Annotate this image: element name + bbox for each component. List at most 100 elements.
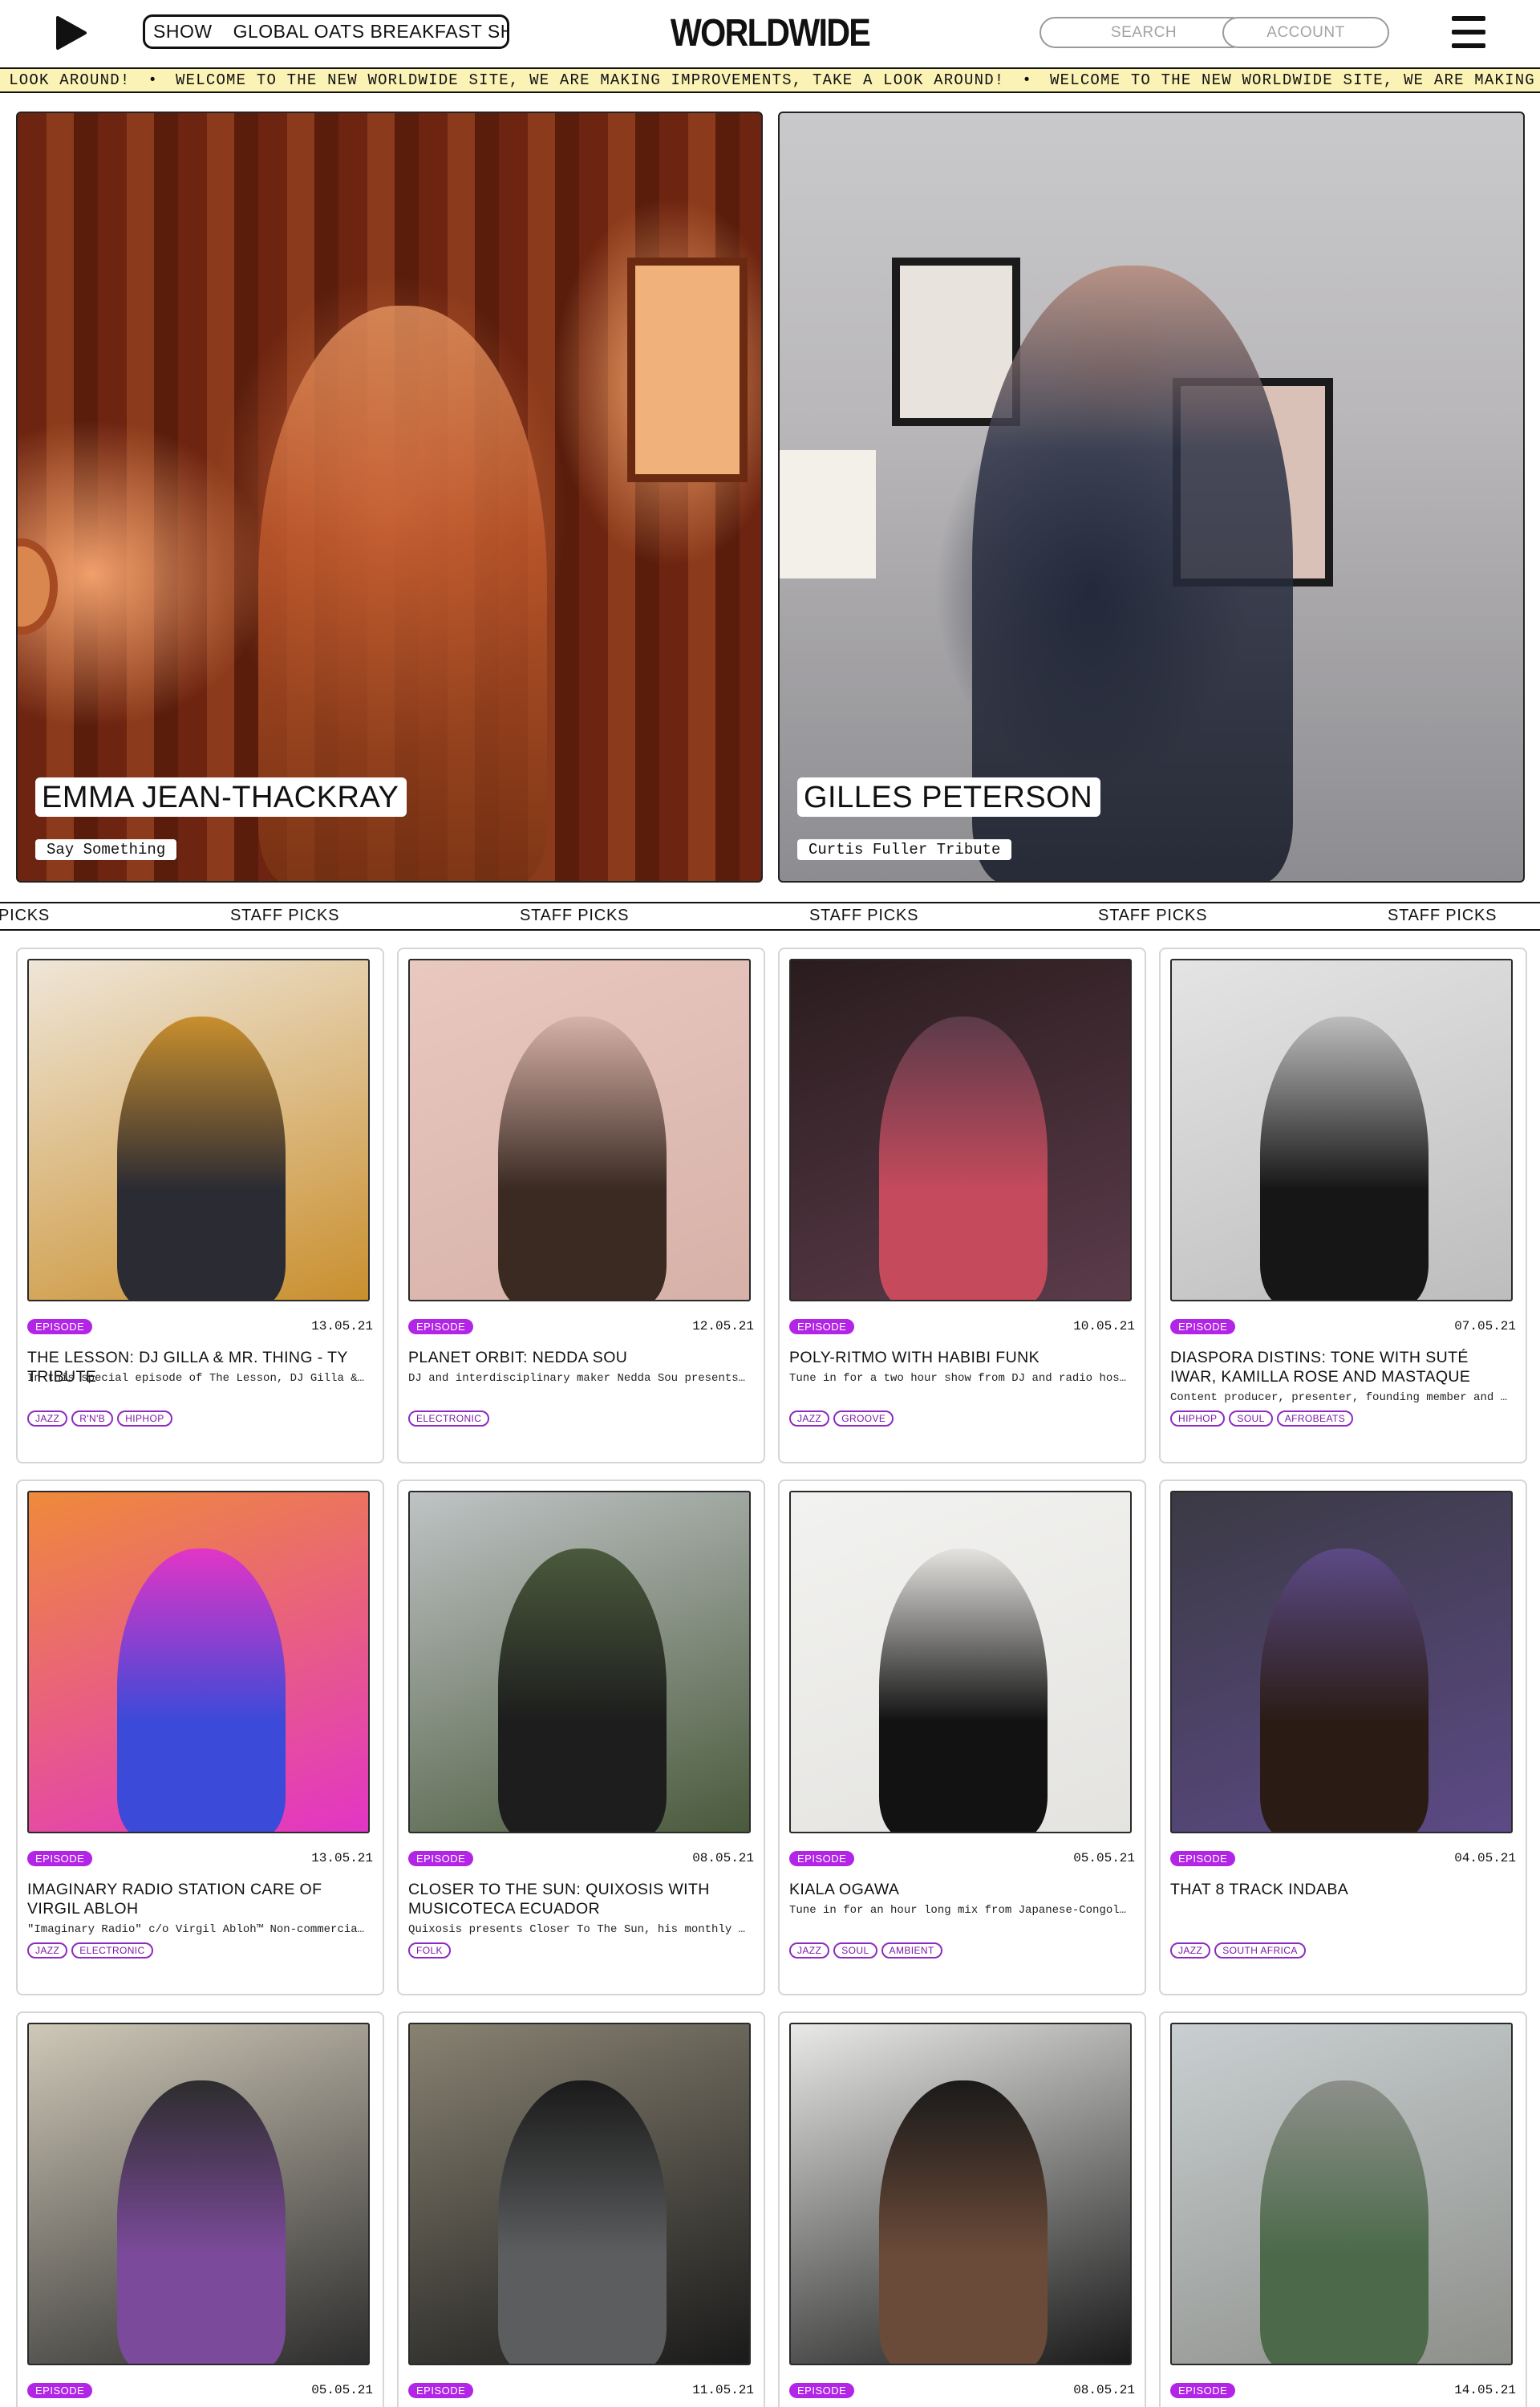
- episode-description: Tune in for a two hour show from DJ and …: [789, 1372, 1132, 1385]
- announcement-ticker: A LOOK AROUND! • WELCOME TO THE NEW WORLDW…: [0, 67, 1540, 93]
- hero-artist-name[interactable]: GILLES PETERSON: [797, 777, 1101, 817]
- hamburger-menu-icon[interactable]: [1452, 14, 1485, 50]
- staff-picks-label: PICKS: [0, 907, 51, 924]
- now-playing-title: GLOBAL OATS BREAKFAST SHOW: [233, 21, 507, 42]
- episode-title[interactable]: CLOSER TO THE SUN: QUIXOSIS WITH MUSICOT…: [408, 1880, 751, 1918]
- hero-show-title[interactable]: Curtis Fuller Tribute: [797, 839, 1012, 860]
- episode-card[interactable]: EPISODE 08.05.21: [778, 2011, 1146, 2407]
- episode-date: 12.05.21: [692, 1319, 754, 1333]
- episode-date: 14.05.21: [1454, 2383, 1516, 2397]
- episode-card[interactable]: EPISODE 04.05.21 THAT 8 TRACK INDABA JAZZ SO…: [1159, 1480, 1527, 1995]
- genre-tag[interactable]: JAZZ: [789, 1942, 830, 1958]
- episode-badge: EPISODE: [1170, 1851, 1236, 1866]
- episode-card[interactable]: EPISODE 07.05.21 DIASPORA DISTINS: TONE WI…: [1159, 948, 1527, 1463]
- episode-photo-subject: [117, 2080, 286, 2364]
- genre-tag[interactable]: ELECTRONIC: [71, 1942, 153, 1958]
- episode-card[interactable]: EPISODE 11.05.21: [397, 2011, 765, 2407]
- genre-tag[interactable]: SOUL: [833, 1942, 877, 1958]
- genre-tag-list: ELECTRONIC: [408, 1411, 490, 1427]
- staff-picks-label: STAFF PICKS: [520, 907, 630, 924]
- episode-card[interactable]: EPISODE 14.05.21: [1159, 2011, 1527, 2407]
- genre-tag-list: HIPHOP SOUL AFROBEATS: [1170, 1411, 1354, 1427]
- now-playing-label: SHOW: [153, 21, 213, 42]
- staff-picks-label: STAFF PICKS: [230, 907, 340, 924]
- episode-thumbnail[interactable]: [408, 1491, 751, 1833]
- genre-tag-list: JAZZ SOUTH AFRICA: [1170, 1942, 1306, 1958]
- genre-tag[interactable]: AFROBEATS: [1276, 1411, 1354, 1427]
- episode-card[interactable]: EPISODE 13.05.21 THE LESSON: DJ GILLA & MR…: [16, 948, 384, 1463]
- episode-card[interactable]: EPISODE 05.05.21: [16, 2011, 384, 2407]
- episode-thumbnail[interactable]: [27, 1491, 370, 1833]
- genre-tag[interactable]: R'N'B: [71, 1411, 114, 1427]
- episode-title[interactable]: DIASPORA DISTINS: TONE WITH SUTÉ IWAR, K…: [1170, 1348, 1513, 1386]
- genre-tag[interactable]: HIPHOP: [1170, 1411, 1226, 1427]
- genre-tag[interactable]: AMBIENT: [881, 1942, 942, 1958]
- episode-photo-subject: [498, 1549, 667, 1832]
- episode-badge: EPISODE: [408, 1851, 474, 1866]
- genre-tag[interactable]: JAZZ: [27, 1942, 68, 1958]
- episode-description: Content producer, presenter, founding me…: [1170, 1391, 1513, 1404]
- site-header: SHOW GLOBAL OATS BREAKFAST SHOW WORLDWID…: [0, 0, 1540, 66]
- episode-date: 10.05.21: [1073, 1319, 1135, 1333]
- genre-tag[interactable]: SOUL: [1229, 1411, 1273, 1427]
- hero-feature-card[interactable]: EMMA JEAN-THACKRAY Say Something: [16, 112, 763, 883]
- episode-photo-subject: [879, 1549, 1048, 1832]
- episode-description: In this special episode of The Lesson, D…: [27, 1372, 370, 1385]
- episode-title[interactable]: PLANET ORBIT: NEDDA SOU: [408, 1348, 751, 1367]
- genre-tag[interactable]: GROOVE: [833, 1411, 894, 1427]
- episode-date: 07.05.21: [1454, 1319, 1516, 1333]
- episode-thumbnail[interactable]: [1170, 1491, 1513, 1833]
- episode-badge: EPISODE: [789, 2383, 855, 2398]
- episode-badge: EPISODE: [789, 1851, 855, 1866]
- ticker-text: A LOOK AROUND!: [0, 71, 131, 89]
- episode-date: 13.05.21: [311, 1851, 373, 1865]
- episode-thumbnail[interactable]: [789, 2023, 1132, 2365]
- hero-show-title[interactable]: Say Something: [35, 839, 177, 860]
- now-playing-bar[interactable]: SHOW GLOBAL OATS BREAKFAST SHOW: [143, 14, 509, 49]
- genre-tag-list: JAZZ SOUL AMBIENT: [789, 1942, 942, 1958]
- genre-tag[interactable]: JAZZ: [27, 1411, 68, 1427]
- episode-date: 08.05.21: [1073, 2383, 1135, 2397]
- episode-card[interactable]: EPISODE 12.05.21 PLANET ORBIT: NEDDA SOU DJ…: [397, 948, 765, 1463]
- episode-thumbnail[interactable]: [27, 959, 370, 1301]
- episode-card[interactable]: EPISODE 05.05.21 KIALA OGAWA Tune in for an…: [778, 1480, 1146, 1995]
- episode-photo-subject: [879, 2080, 1048, 2364]
- episode-title[interactable]: THAT 8 TRACK INDABA: [1170, 1880, 1513, 1899]
- episode-date: 04.05.21: [1454, 1851, 1516, 1865]
- genre-tag[interactable]: HIPHOP: [117, 1411, 172, 1427]
- site-logo[interactable]: WORLDWIDE: [671, 10, 871, 56]
- episode-thumbnail[interactable]: [789, 959, 1132, 1301]
- genre-tag[interactable]: ELECTRONIC: [408, 1411, 490, 1427]
- episode-date: 05.05.21: [311, 2383, 373, 2397]
- staff-picks-label: STAFF PICKS: [1098, 907, 1208, 924]
- episode-date: 08.05.21: [692, 1851, 754, 1865]
- episode-photo-subject: [117, 1017, 286, 1300]
- hero-artist-name[interactable]: EMMA JEAN-THACKRAY: [35, 777, 407, 817]
- genre-tag[interactable]: FOLK: [408, 1942, 451, 1958]
- episode-thumbnail[interactable]: [789, 1491, 1132, 1833]
- episode-title[interactable]: POLY-RITMO WITH HABIBI FUNK: [789, 1348, 1132, 1367]
- episode-title[interactable]: IMAGINARY RADIO STATION CARE OF VIRGIL A…: [27, 1880, 370, 1918]
- episode-thumbnail[interactable]: [1170, 959, 1513, 1301]
- episode-title[interactable]: KIALA OGAWA: [789, 1880, 1132, 1899]
- episode-date: 05.05.21: [1073, 1851, 1135, 1865]
- episode-card[interactable]: EPISODE 08.05.21 CLOSER TO THE SUN: QUIXOS…: [397, 1480, 765, 1995]
- episode-photo-subject: [117, 1549, 286, 1832]
- genre-tag[interactable]: JAZZ: [789, 1411, 830, 1427]
- account-button[interactable]: ACCOUNT: [1222, 17, 1389, 48]
- episode-thumbnail[interactable]: [1170, 2023, 1513, 2365]
- genre-tag[interactable]: SOUTH AFRICA: [1214, 1942, 1306, 1958]
- genre-tag[interactable]: JAZZ: [1170, 1942, 1211, 1958]
- episode-card[interactable]: EPISODE 13.05.21 IMAGINARY RADIO STATION C…: [16, 1480, 384, 1995]
- episode-description: Tune in for an hour long mix from Japane…: [789, 1904, 1132, 1917]
- episode-description: Quixosis presents Closer To The Sun, his…: [408, 1923, 751, 1936]
- hero-feature-card[interactable]: GILLES PETERSON Curtis Fuller Tribute: [778, 112, 1525, 883]
- episode-thumbnail[interactable]: [27, 2023, 370, 2365]
- search-button[interactable]: SEARCH: [1040, 17, 1248, 48]
- episode-card[interactable]: EPISODE 10.05.21 POLY-RITMO WITH HABIBI FU…: [778, 948, 1146, 1463]
- ticker-separator: •: [1022, 71, 1033, 89]
- play-icon[interactable]: [53, 16, 88, 50]
- episode-thumbnail[interactable]: [408, 2023, 751, 2365]
- episode-thumbnail[interactable]: [408, 959, 751, 1301]
- episode-badge: EPISODE: [1170, 1319, 1236, 1334]
